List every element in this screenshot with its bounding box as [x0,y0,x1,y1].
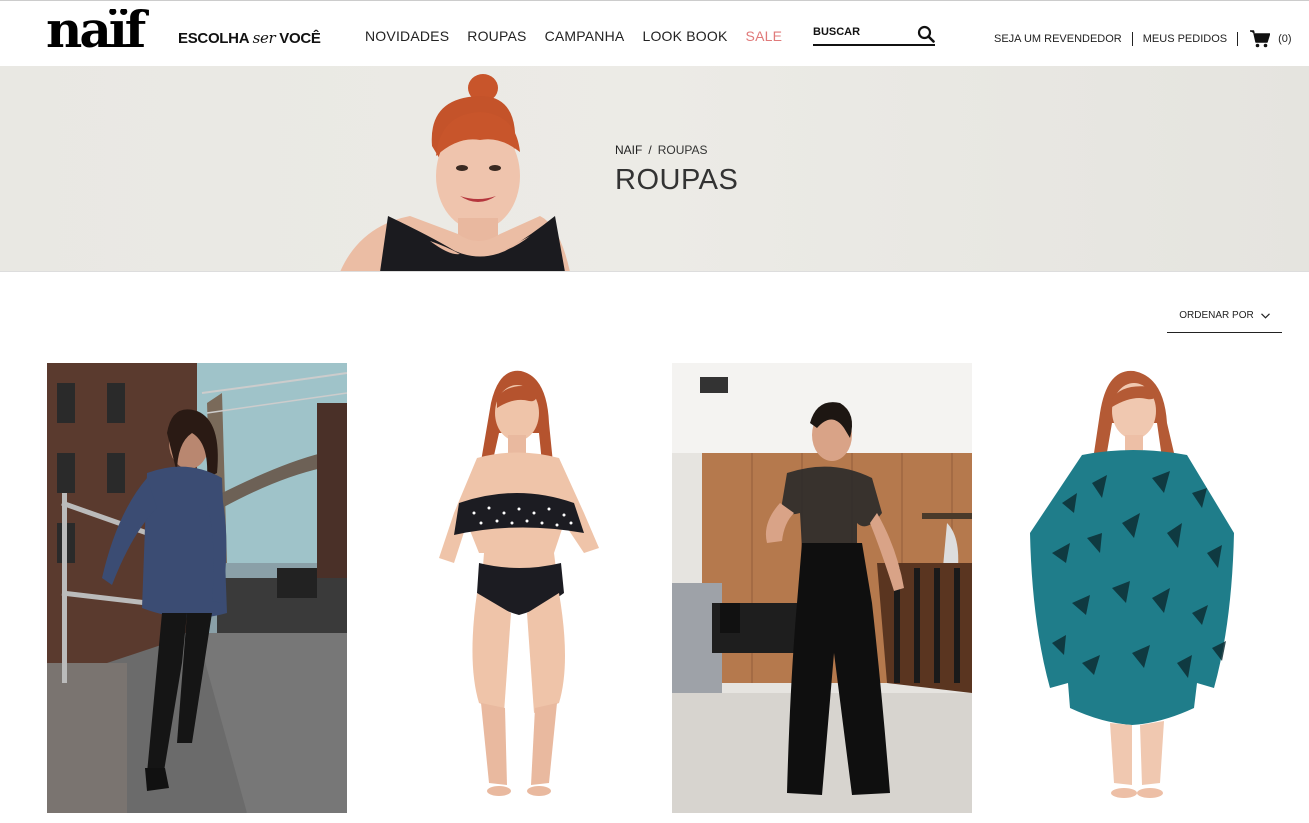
sort-dropdown[interactable]: ORDENAR POR [1167,299,1282,333]
product-image-black-jumpsuit [672,363,972,813]
breadcrumb-current: ROUPAS [657,143,708,157]
product-image-polka-dot-bikini [359,363,659,813]
product-grid [47,363,1282,813]
nav-item-campanha[interactable]: CAMPANHA [545,28,625,44]
breadcrumb-home[interactable]: NAIF [615,143,642,157]
my-orders-link[interactable]: MEUS PEDIDOS [1143,33,1227,45]
search-icon[interactable] [917,25,935,43]
divider [1131,32,1133,46]
product-image-teal-kaftan [982,363,1282,813]
search-input[interactable] [813,26,913,38]
page-title: ROUPAS [615,164,739,196]
product-card[interactable] [47,363,347,813]
product-card[interactable] [982,363,1282,813]
product-card[interactable] [359,363,659,813]
main-nav: NOVIDADES ROUPAS CAMPANHA LOOK BOOK SALE [365,28,782,44]
banner-model-image [340,74,570,271]
product-image-denim-shirt-dress [47,363,347,813]
cart-icon [1250,30,1271,48]
header-utilities: SEJA UM REVENDEDOR MEUS PEDIDOS (0) [994,30,1292,48]
nav-item-roupas[interactable]: ROUPAS [467,28,526,44]
search-box [813,24,935,46]
tagline-prefix: ESCOLHA [178,30,249,47]
nav-item-novidades[interactable]: NOVIDADES [365,28,449,44]
svg-text:naïf: naïf [46,9,150,59]
tagline: ESCOLHA ser VOCÊ [178,29,321,47]
cart-button[interactable]: (0) [1250,30,1292,48]
nav-item-look-book[interactable]: LOOK BOOK [642,28,727,44]
tagline-suffix: VOCÊ [279,30,321,47]
divider [1237,32,1239,46]
nav-item-sale[interactable]: SALE [746,28,783,44]
reseller-link[interactable]: SEJA UM REVENDEDOR [994,33,1122,45]
breadcrumb-separator: / [648,143,652,157]
category-banner: NAIF / ROUPAS ROUPAS [0,66,1309,272]
tagline-ser: ser [252,29,276,47]
product-card[interactable] [672,363,972,813]
chevron-down-icon [1260,312,1270,319]
sort-label: ORDENAR POR [1179,310,1254,321]
breadcrumb: NAIF / ROUPAS [615,143,707,157]
site-header: naïf ESCOLHA ser VOCÊ NOVIDADES ROUPAS C… [0,0,1309,66]
cart-count: (0) [1278,33,1292,45]
